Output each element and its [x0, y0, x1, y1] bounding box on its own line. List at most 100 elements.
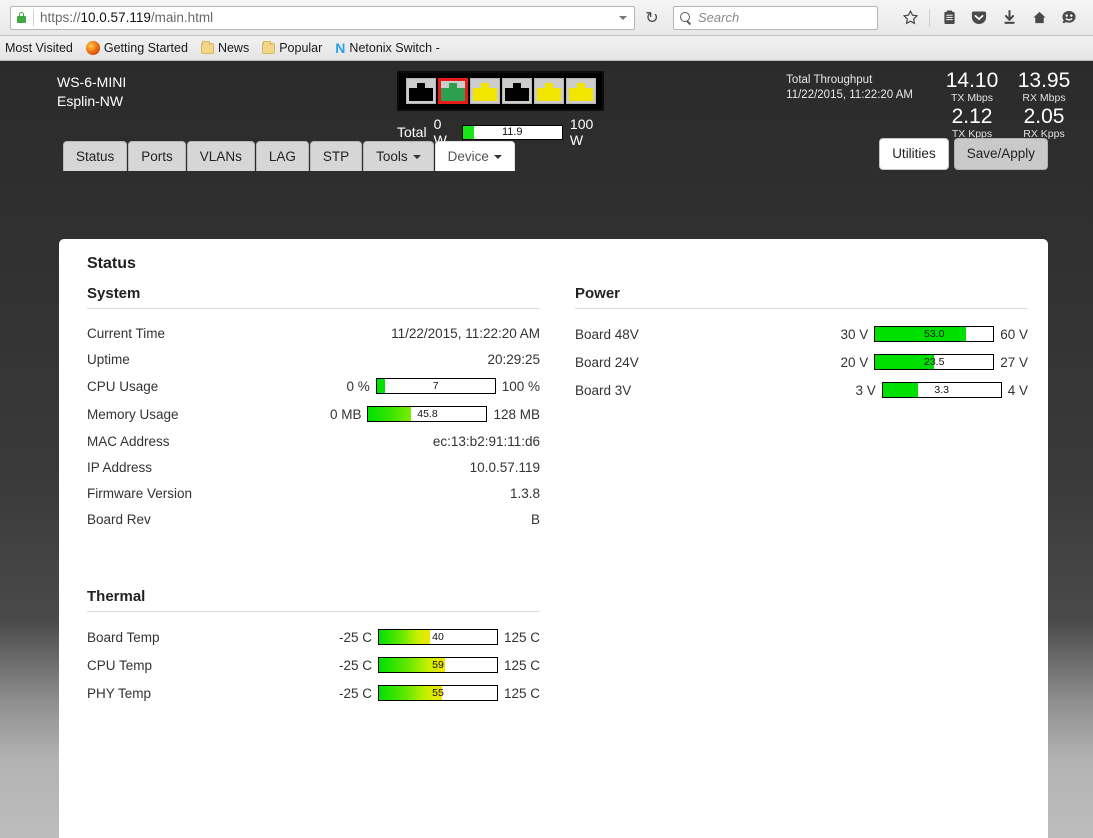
- throughput-tx-column: 14.10 TX Mbps 2.12 TX Kpps: [941, 69, 1003, 141]
- row-label: IP Address: [87, 459, 153, 475]
- gauge-max: 60 V: [1000, 326, 1028, 342]
- total-power-label: Total: [397, 124, 427, 140]
- gauge: 0 % 7 100 %: [346, 378, 540, 394]
- row-value: 11/22/2015, 11:22:20 AM: [391, 325, 540, 341]
- gauge: -25 C 59 125 C: [339, 657, 540, 673]
- bookmark-news[interactable]: News: [196, 39, 254, 57]
- sync-smiley-icon[interactable]: [1055, 5, 1083, 31]
- gauge-max: 100 %: [501, 378, 540, 394]
- tab-label: Status: [76, 149, 115, 164]
- gauge-min: 30 V: [840, 326, 869, 342]
- gauge-bar: 55: [377, 685, 498, 701]
- bookmark-label: Popular: [279, 41, 323, 55]
- gauge-bar: 7: [375, 378, 496, 394]
- port-1[interactable]: [405, 78, 436, 104]
- gauge-min: 0 %: [346, 378, 370, 394]
- firefox-icon: [85, 41, 100, 55]
- port-5[interactable]: [533, 78, 564, 104]
- reader-list-icon[interactable]: [935, 5, 963, 31]
- gauge-bar: 3.3: [881, 382, 1002, 398]
- tab-device[interactable]: Device: [434, 141, 515, 171]
- utilities-label: Utilities: [892, 146, 936, 161]
- tab-status[interactable]: Status: [63, 141, 128, 171]
- gauge-bar: 45.8: [367, 406, 488, 422]
- address-bar[interactable]: https://10.0.57.119/main.html: [10, 5, 635, 30]
- rj45-icon: [440, 83, 465, 101]
- tab-lag[interactable]: LAG: [255, 141, 309, 171]
- pocket-icon[interactable]: [965, 5, 993, 31]
- gauge-max: 125 C: [503, 685, 540, 701]
- gauge-min: 20 V: [840, 354, 869, 370]
- tab-vlans[interactable]: VLANs: [186, 141, 255, 171]
- gauge-min: -25 C: [338, 629, 372, 645]
- port-4[interactable]: [501, 78, 532, 104]
- gauge: 30 V 53.0 60 V: [840, 326, 1028, 342]
- nav-tabs: Status Ports VLANs LAG STP Tools Device …: [0, 138, 1093, 171]
- action-buttons: Utilities Save/Apply: [879, 138, 1048, 170]
- tx-mbps-value: 14.10: [945, 69, 999, 92]
- gauge-value: 45.8: [417, 408, 438, 420]
- gauge-max: 125 C: [503, 629, 540, 645]
- bookmark-label: Netonix Switch -: [349, 41, 440, 55]
- row-board-24v: Board 24V 20 V 23.5 27 V: [567, 348, 1028, 376]
- gauge-min: 0 MB: [329, 406, 362, 422]
- rj45-icon: [472, 83, 497, 101]
- row-label: Board Rev: [87, 511, 151, 527]
- address-bar-divider: [33, 9, 34, 26]
- gauge-bar: 59: [377, 657, 498, 673]
- row-label: Board 48V: [575, 326, 639, 342]
- gauge: 20 V 23.5 27 V: [840, 354, 1028, 370]
- tx-kpps-value: 2.12: [951, 105, 993, 128]
- page-title: Status: [87, 255, 136, 272]
- save-apply-button[interactable]: Save/Apply: [953, 138, 1048, 170]
- chevron-down-icon: [412, 155, 421, 160]
- bookmark-getting-started[interactable]: Getting Started: [81, 39, 193, 57]
- row-value: 20:29:25: [487, 351, 540, 367]
- bookmark-most-visited[interactable]: Most Visited: [0, 39, 78, 57]
- reload-button[interactable]: ↻: [638, 5, 666, 31]
- row-board-48v: Board 48V 30 V 53.0 60 V: [567, 320, 1028, 348]
- gauge: -25 C 55 125 C: [339, 685, 540, 701]
- bookmark-popular[interactable]: Popular: [257, 39, 327, 57]
- content-columns: System Current Time 11/22/2015, 11:22:20…: [79, 285, 1028, 707]
- gauge: -25 C 40 125 C: [339, 629, 540, 645]
- port-6[interactable]: [565, 78, 596, 104]
- rj45-icon: [504, 83, 529, 101]
- gauge-max: 128 MB: [493, 406, 540, 422]
- row-label: MAC Address: [87, 433, 170, 449]
- device-identity: WS-6-MINI Esplin-NW: [57, 73, 126, 111]
- address-bar-dropdown-icon[interactable]: [612, 7, 634, 29]
- utilities-button[interactable]: Utilities: [879, 138, 949, 170]
- url-scheme: https://: [40, 10, 81, 25]
- toolbar-icon-group: [896, 5, 1087, 31]
- port-2[interactable]: [437, 78, 468, 104]
- thermal-section-title: Thermal: [87, 588, 146, 605]
- row-mac-address: MAC Address ec:13:b2:91:11:d6: [79, 428, 540, 454]
- row-label: PHY Temp: [87, 685, 152, 701]
- search-input[interactable]: Search: [673, 5, 878, 30]
- row-board-3v: Board 3V 3 V 3.3 4 V: [567, 376, 1028, 404]
- tab-label: Ports: [141, 149, 173, 164]
- downloads-icon[interactable]: [995, 5, 1023, 31]
- bookmark-netonix-switch[interactable]: N Netonix Switch -: [330, 38, 444, 58]
- folder-icon: [200, 40, 214, 54]
- row-value: 1.3.8: [509, 485, 540, 501]
- tab-label: LAG: [268, 149, 296, 164]
- throughput-title: Total Throughput: [786, 74, 873, 86]
- gauge-min: 3 V: [855, 382, 876, 398]
- row-label: Board 24V: [575, 354, 639, 370]
- throughput-header: Total Throughput 11/22/2015, 11:22:20 AM: [786, 69, 913, 103]
- bookmark-label: News: [217, 41, 250, 55]
- tab-ports[interactable]: Ports: [128, 141, 186, 171]
- gauge-bar: 23.5: [874, 354, 995, 370]
- tab-tools[interactable]: Tools: [363, 141, 434, 171]
- gauge-value: 55: [432, 687, 444, 699]
- port-3[interactable]: [469, 78, 500, 104]
- search-placeholder: Search: [698, 10, 740, 25]
- gauge-value: 23.5: [924, 356, 945, 368]
- gauge-max: 125 C: [503, 657, 540, 673]
- home-icon[interactable]: [1025, 5, 1053, 31]
- bookmark-star-icon[interactable]: [896, 5, 924, 31]
- save-apply-label: Save/Apply: [966, 146, 1035, 161]
- tab-stp[interactable]: STP: [309, 141, 363, 171]
